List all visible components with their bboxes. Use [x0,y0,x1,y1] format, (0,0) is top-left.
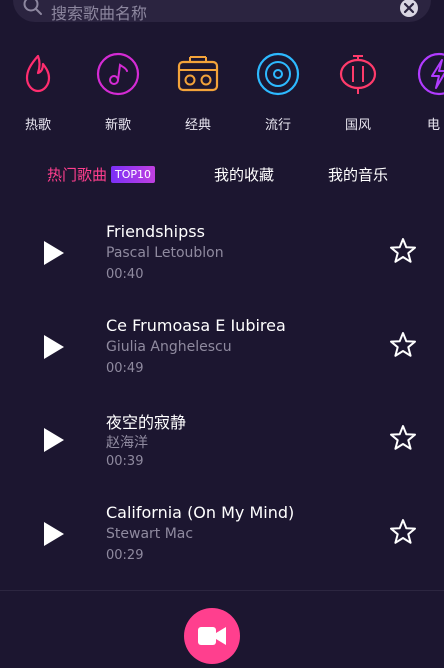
category-label: 新歌 [104,118,131,133]
category-label: 热歌 [24,118,51,133]
tab-my-music[interactable]: 我的音乐 [328,164,388,185]
category-label: 电 [427,118,441,133]
category-new[interactable]: 新歌 [83,52,153,133]
song-title: California (On My Mind) [106,503,295,522]
category-label: 国风 [344,118,371,133]
category-electronic[interactable]: 电 [403,52,444,133]
song-artist: Giulia Anghelescu [106,339,232,355]
bottom-divider [0,590,444,591]
clear-icon[interactable] [399,0,419,18]
tab-hot-songs-label: 热门歌曲 [47,166,108,184]
song-duration: 00:29 [106,548,144,563]
song-title: 夜空的寂静 [106,413,187,432]
record-video-button[interactable] [184,608,240,664]
star-icon[interactable] [388,330,418,360]
vinyl-disc-icon [256,52,300,96]
play-icon[interactable] [38,519,68,549]
song-duration: 00:40 [106,267,144,282]
play-icon[interactable] [38,332,68,362]
flame-icon [25,54,51,93]
song-artist: Pascal Letoublon [106,245,224,261]
list-item[interactable]: 夜空的寂静 赵海洋 00:39 [0,409,444,489]
category-pop[interactable]: 流行 [243,52,313,133]
video-camera-icon [198,627,226,645]
category-strip: 热歌 新歌 经典 流行 国风 电 [0,52,444,133]
radio-icon [177,56,219,92]
music-note-icon [96,52,140,96]
search-input[interactable]: 搜索歌曲名称 [51,0,147,24]
song-duration: 00:39 [106,454,144,469]
category-label: 经典 [184,118,211,133]
tab-hot-songs[interactable]: 热门歌曲 TOP10 [47,164,156,185]
lightning-icon [417,52,444,96]
play-icon[interactable] [38,238,68,268]
song-artist: Stewart Mac [106,526,194,542]
star-icon[interactable] [388,423,418,453]
search-icon [23,0,42,15]
category-classic[interactable]: 经典 [163,52,233,133]
song-artist: 赵海洋 [106,435,148,451]
top10-badge: TOP10 [111,166,156,183]
song-title: Ce Frumoasa E Iubirea [106,316,286,335]
tab-favorites[interactable]: 我的收藏 [214,164,274,185]
search-bar[interactable]: 搜索歌曲名称 [13,0,431,24]
category-guofeng[interactable]: 国风 [323,52,393,133]
list-item[interactable]: Friendshipss Pascal Letoublon 00:40 [0,222,444,302]
tab-bar: 热门歌曲 TOP10 我的收藏 我的音乐 [0,164,444,188]
star-icon[interactable] [388,517,418,547]
song-title: Friendshipss [106,222,205,241]
category-label: 流行 [264,118,291,133]
list-item[interactable]: California (On My Mind) Stewart Mac 00:2… [0,503,444,583]
list-item[interactable]: Ce Frumoasa E Iubirea Giulia Anghelescu … [0,316,444,396]
category-hot[interactable]: 热歌 [3,52,73,133]
play-icon[interactable] [38,425,68,455]
lantern-icon [339,55,377,94]
star-icon[interactable] [388,236,418,266]
song-duration: 00:49 [106,361,144,376]
